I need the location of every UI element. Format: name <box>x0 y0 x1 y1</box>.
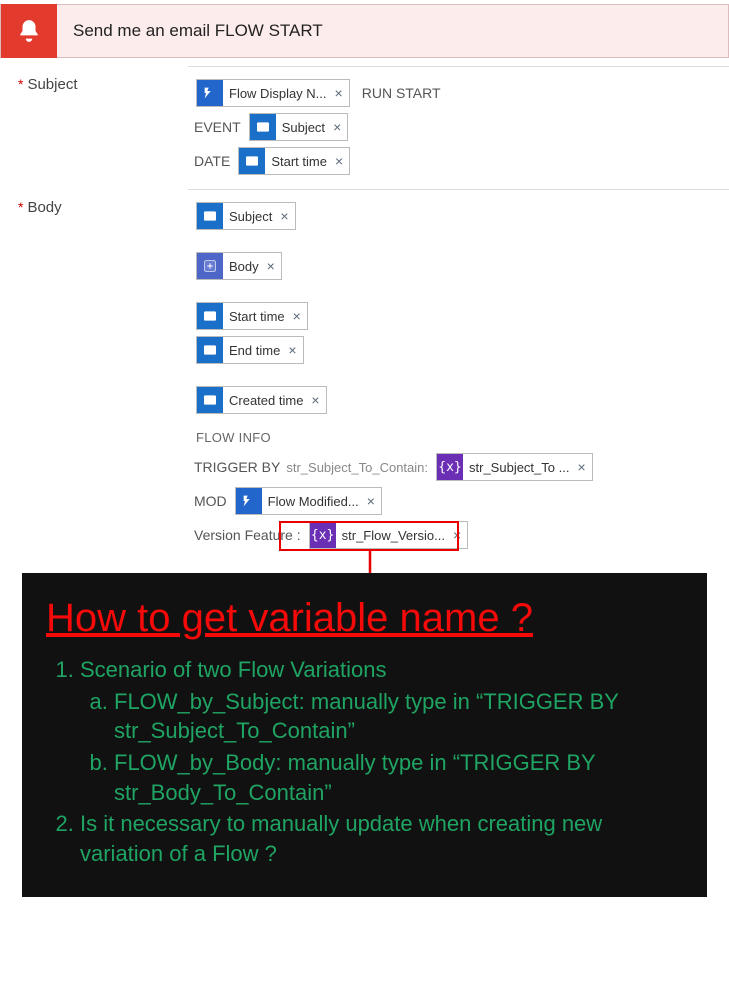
text-version-feature: Version Feature : <box>194 527 301 543</box>
token-start-time[interactable]: Start time × <box>238 147 350 175</box>
token-body-start[interactable]: Start time × <box>196 302 308 330</box>
flow-icon <box>236 488 262 514</box>
text-trigger-by: TRIGGER BY <box>194 459 280 475</box>
token-subject[interactable]: Subject × <box>249 113 349 141</box>
token-str-subject[interactable]: {x} str_Subject_To ... × <box>436 453 593 481</box>
text-run-start: RUN START <box>362 85 441 101</box>
required-marker: * <box>18 76 23 92</box>
subject-field[interactable]: Flow Display N... × RUN START EVENT Subj… <box>188 66 729 187</box>
outlook-icon <box>197 303 223 329</box>
token-remove[interactable]: × <box>278 208 294 224</box>
flow-icon <box>197 80 223 106</box>
variable-icon: {x} <box>310 522 336 548</box>
body-field[interactable]: Subject × Body × <box>188 189 729 561</box>
text-trigger-value: str_Subject_To_Contain: <box>286 460 428 475</box>
annotation-panel: How to get variable name ? Scenario of t… <box>22 573 707 897</box>
body-label: *Body <box>18 189 188 216</box>
token-remove[interactable]: × <box>291 308 307 324</box>
outlook-icon <box>250 114 276 140</box>
variable-icon: {x} <box>437 454 463 480</box>
token-body-subject[interactable]: Subject × <box>196 202 296 230</box>
token-remove[interactable]: × <box>286 342 302 358</box>
subject-label: *Subject <box>18 66 188 93</box>
token-remove[interactable]: × <box>333 85 349 101</box>
token-body-end[interactable]: End time × <box>196 336 304 364</box>
token-remove[interactable]: × <box>575 459 591 475</box>
action-title: Send me an email FLOW START <box>57 21 323 41</box>
text-event: EVENT <box>194 119 241 135</box>
outlook-icon <box>239 148 265 174</box>
token-remove[interactable]: × <box>265 258 281 274</box>
annotation-title: How to get variable name ? <box>46 591 683 645</box>
token-flow-display-name[interactable]: Flow Display N... × <box>196 79 350 107</box>
body-icon <box>197 253 223 279</box>
token-remove[interactable]: × <box>309 392 325 408</box>
outlook-icon <box>197 203 223 229</box>
anno-item-2: Is it necessary to manually update when … <box>80 811 602 866</box>
required-marker: * <box>18 199 23 215</box>
anno-item-1: Scenario of two Flow Variations <box>80 657 387 682</box>
token-flow-modified[interactable]: Flow Modified... × <box>235 487 382 515</box>
outlook-icon <box>197 387 223 413</box>
anno-item-1b: FLOW_by_Body: manually type in “TRIGGER … <box>114 750 595 805</box>
text-mod: MOD <box>194 493 227 509</box>
token-remove[interactable]: × <box>451 527 467 543</box>
token-remove[interactable]: × <box>365 493 381 509</box>
token-remove[interactable]: × <box>333 153 349 169</box>
token-str-flow-version[interactable]: {x} str_Flow_Versio... × <box>309 521 469 549</box>
flow-action-header[interactable]: Send me an email FLOW START <box>0 4 729 58</box>
token-remove[interactable]: × <box>331 119 347 135</box>
outlook-icon <box>197 337 223 363</box>
token-body-created[interactable]: Created time × <box>196 386 327 414</box>
section-flow-info: FLOW INFO <box>196 430 723 445</box>
anno-item-1a: FLOW_by_Subject: manually type in “TRIGG… <box>114 689 619 744</box>
text-date: DATE <box>194 153 230 169</box>
notification-icon <box>1 4 57 58</box>
token-body-body[interactable]: Body × <box>196 252 282 280</box>
